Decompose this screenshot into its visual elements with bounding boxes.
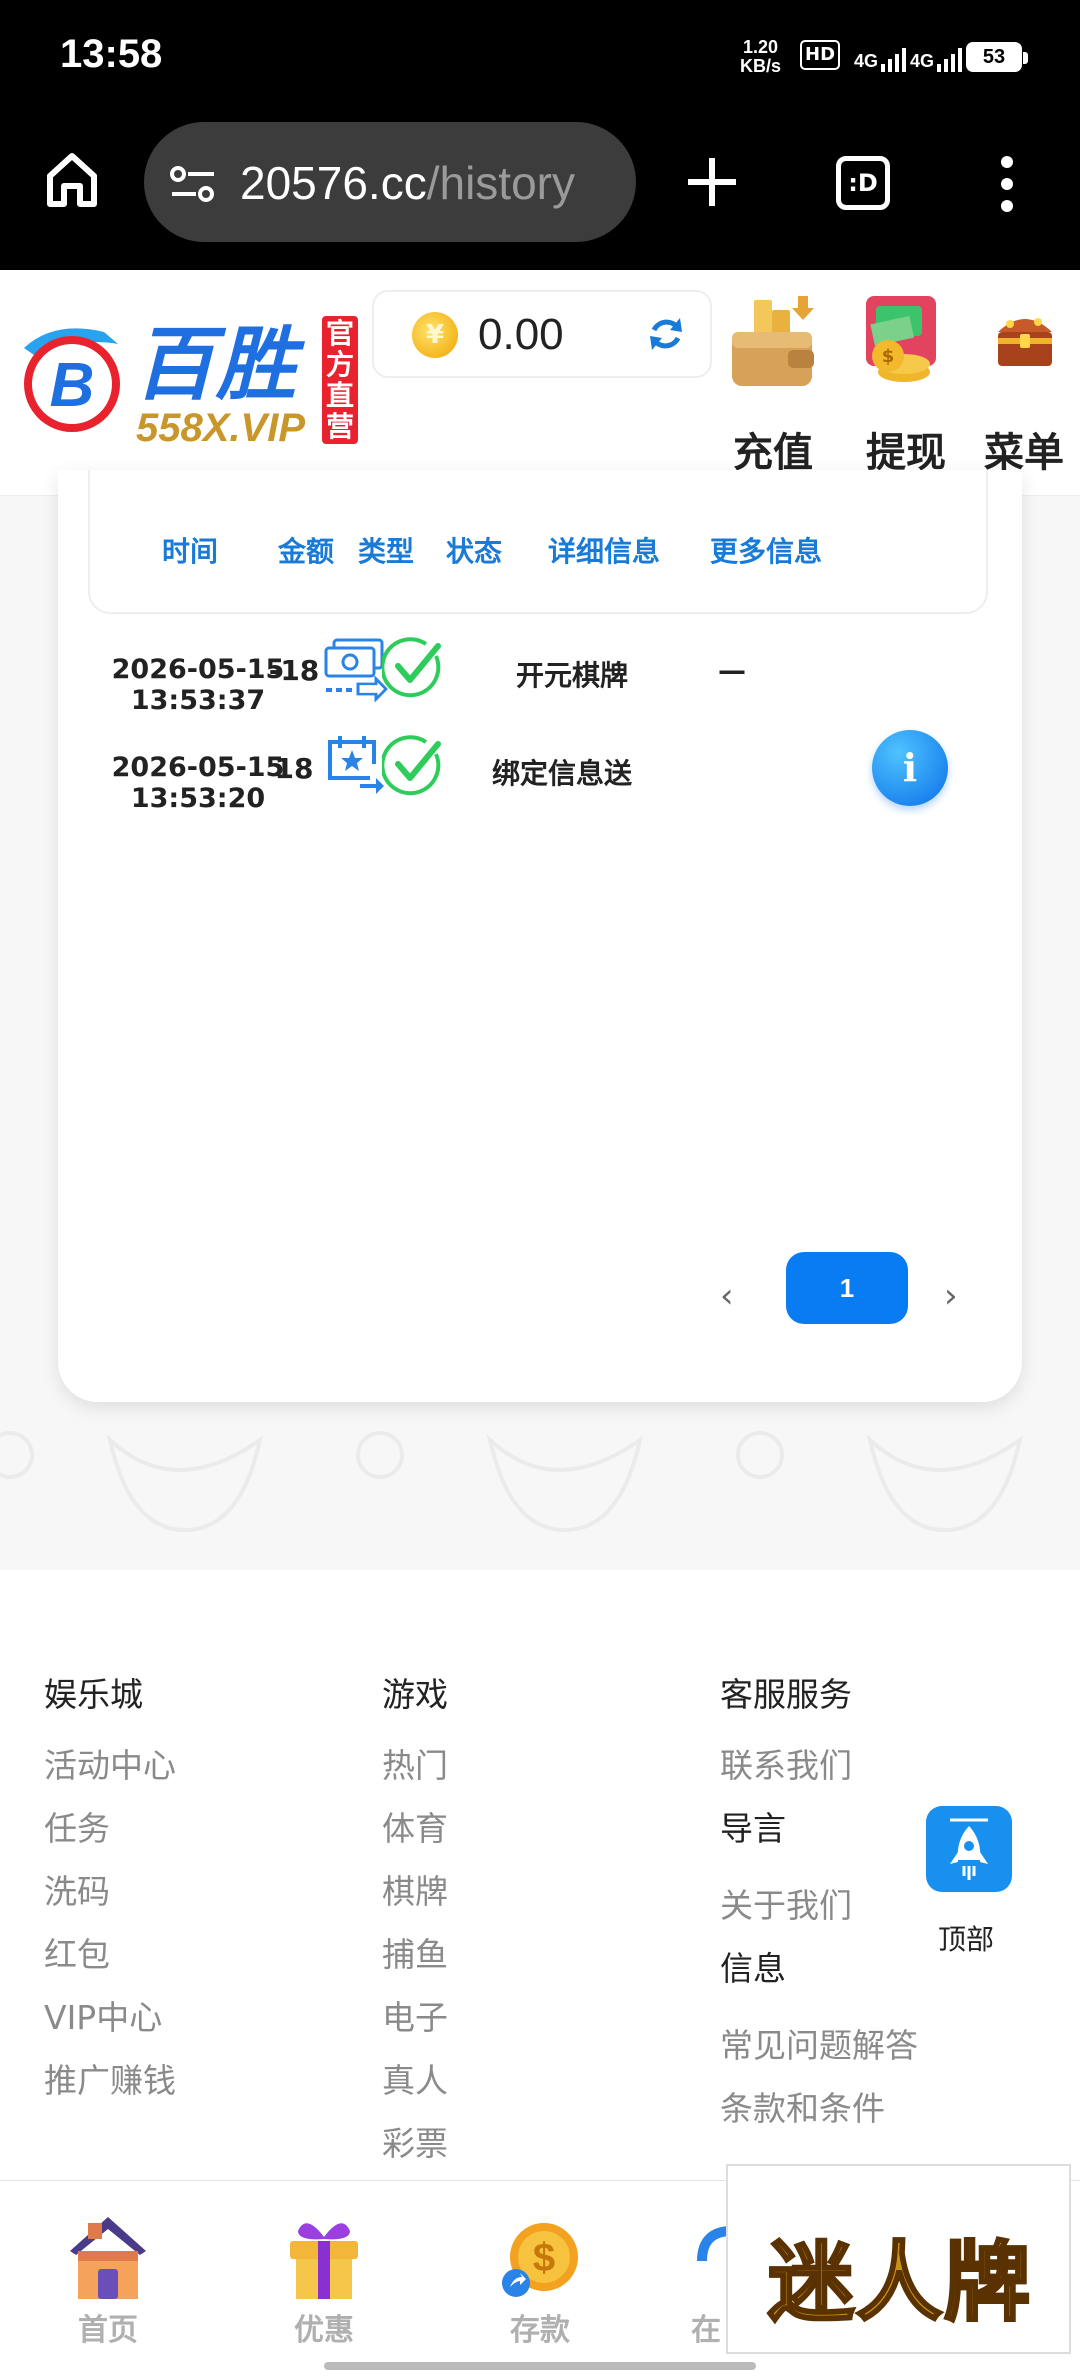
coin-icon: ¥ <box>412 312 458 358</box>
signal-icon: 4G <box>854 40 907 72</box>
info-button[interactable]: i <box>872 730 948 806</box>
footer-link[interactable]: 彩票 <box>382 2124 448 2187</box>
col-header-time: 时间 <box>161 535 218 568</box>
svg-text:$: $ <box>533 2236 555 2280</box>
coin-deposit-icon: $ <box>502 2223 578 2297</box>
brand-logo-icon[interactable]: B <box>14 318 132 436</box>
url-text[interactable]: 20576.cc/history <box>240 156 575 210</box>
home-icon[interactable] <box>44 150 100 210</box>
gift-icon <box>290 2223 358 2299</box>
watermark-text: 迷人牌 <box>767 2232 1032 2335</box>
back-to-top-button[interactable] <box>926 1806 1012 1892</box>
svg-text:$: $ <box>882 346 895 367</box>
rocket-icon <box>950 1818 988 1880</box>
col-header-detail: 详细信息 <box>547 535 660 568</box>
footer-link[interactable]: 热门 <box>382 1746 448 1809</box>
footer-link[interactable]: 体育 <box>382 1809 448 1872</box>
site-footer: 娱乐城 活动中心 任务 洗码 红包 VIP中心 推广赚钱 游戏 热门 体育 棋牌… <box>0 1570 1080 2180</box>
hd-voice-icon: HD <box>800 40 841 70</box>
signal-icon: 4G <box>910 40 963 72</box>
balance-box: ¥ 0.00 <box>372 290 712 378</box>
watermark-overlay: 迷人牌 <box>726 2164 1071 2354</box>
address-bar[interactable]: 20576.cc/history <box>144 122 636 242</box>
status-time: 13:58 <box>60 32 163 76</box>
cell-amount: 18 <box>274 752 314 785</box>
calendar-star-icon <box>328 736 384 794</box>
col-header-type: 类型 <box>357 535 414 568</box>
network-speed: 1.20 KB/s <box>740 37 782 76</box>
nav-deposit[interactable]: $ <box>480 2211 600 2311</box>
footer-heading: 游戏 <box>382 1675 448 1714</box>
site-settings-icon[interactable] <box>168 164 218 204</box>
footer-link[interactable]: 常见问题解答 <box>720 2026 918 2089</box>
footer-link[interactable]: VIP中心 <box>44 1998 176 2061</box>
footer-link[interactable]: 棋牌 <box>382 1872 448 1935</box>
footer-col-service: 客服服务 联系我们 导言 关于我们 信息 常见问题解答 条款和条件 <box>720 1668 918 2152</box>
gesture-bar[interactable] <box>324 2362 756 2370</box>
browser-toolbar: 20576.cc/history :D <box>0 120 1080 270</box>
footer-link[interactable]: 联系我们 <box>720 1746 918 1809</box>
nav-promotions-label: 优惠 <box>294 2313 354 2348</box>
footer-link[interactable]: 洗码 <box>44 1872 176 1935</box>
house-icon <box>70 2217 146 2299</box>
table-row: 2026-05-15 13:53:20 18 绑定信息送 i <box>58 722 1022 814</box>
footer-link[interactable]: 真人 <box>382 2061 448 2124</box>
footer-link[interactable]: 电子 <box>382 1998 448 2061</box>
footer-link[interactable]: 推广赚钱 <box>44 2061 176 2124</box>
new-tab-icon[interactable] <box>686 156 738 208</box>
balance-amount: 0.00 <box>478 310 564 359</box>
refresh-icon[interactable] <box>646 314 686 354</box>
prev-page-button[interactable]: ‹ <box>720 1276 734 1316</box>
site-header: B 百胜 558X.VIP 官方直营 ¥ 0.00 充值 $ 提现 菜单 <box>0 270 1080 496</box>
nav-home-label: 首页 <box>78 2313 138 2348</box>
nav-promotions[interactable] <box>264 2211 384 2311</box>
col-header-status: 状态 <box>445 535 502 568</box>
footer-heading: 娱乐城 <box>44 1675 143 1714</box>
cell-detail: 开元棋牌 <box>515 659 628 692</box>
nav-home[interactable] <box>48 2211 168 2311</box>
cell-more: — <box>718 654 746 687</box>
history-card: 时间 金额 类型 状态 详细信息 更多信息 2026-05-15 13:53:3… <box>58 470 1022 1402</box>
footer-link[interactable]: 关于我们 <box>720 1886 918 1949</box>
cell-detail: 绑定信息送 <box>491 757 632 790</box>
footer-link[interactable]: 任务 <box>44 1809 176 1872</box>
footer-link[interactable]: 活动中心 <box>44 1746 176 1809</box>
page-1-button[interactable]: 1 <box>786 1252 908 1324</box>
svg-text:B: B <box>50 351 95 420</box>
footer-link[interactable]: 导言 <box>720 1809 918 1872</box>
battery-icon: 53 <box>966 42 1028 72</box>
footer-link[interactable]: 红包 <box>44 1935 176 1998</box>
check-circle-icon <box>382 637 441 698</box>
back-to-top-label: 顶部 <box>938 1923 995 1956</box>
background-pattern <box>0 1431 1024 1533</box>
footer-link[interactable]: 条款和条件 <box>720 2089 918 2152</box>
col-header-amount: 金额 <box>277 535 334 568</box>
footer-col-casino: 娱乐城 活动中心 任务 洗码 红包 VIP中心 推广赚钱 <box>44 1668 176 2124</box>
atm-cash-icon[interactable]: $ <box>848 290 958 390</box>
brand-name: 百胜 <box>134 318 298 411</box>
more-menu-icon[interactable] <box>996 154 1018 214</box>
treasure-chest-icon[interactable] <box>990 304 1060 374</box>
wallet-icon[interactable] <box>728 294 818 394</box>
tab-switcher-button[interactable]: :D <box>836 156 890 210</box>
table-header: 时间 金额 类型 状态 详细信息 更多信息 <box>88 470 988 614</box>
status-bar: 13:58 1.20 KB/s HD 4G 4G 53 <box>0 0 1080 120</box>
brand-domain: 558X.VIP <box>136 406 306 450</box>
footer-heading: 客服服务 <box>720 1675 852 1714</box>
next-page-button[interactable]: › <box>944 1276 958 1316</box>
official-badge: 官方直营 <box>322 316 358 444</box>
footer-link[interactable]: 捕鱼 <box>382 1935 448 1998</box>
check-circle-icon <box>382 735 441 796</box>
nav-deposit-label: 存款 <box>510 2313 570 2348</box>
footer-link[interactable]: 信息 <box>720 1949 918 2012</box>
table-row: 2026-05-15 13:53:37 -18 开元棋牌 — <box>58 624 1022 716</box>
col-header-more: 更多信息 <box>709 535 822 568</box>
money-transfer-icon <box>324 638 388 702</box>
footer-col-games: 游戏 热门 体育 棋牌 捕鱼 电子 真人 彩票 <box>382 1668 448 2187</box>
